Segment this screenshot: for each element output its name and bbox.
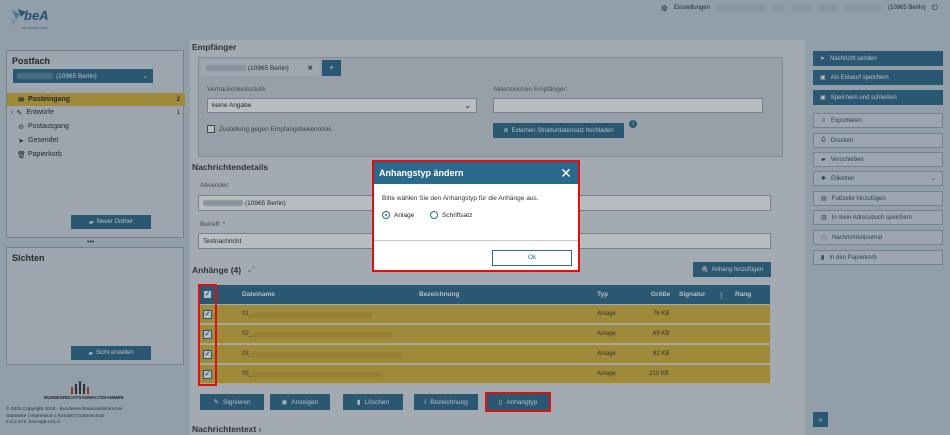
radio-button[interactable] — [430, 211, 438, 219]
radio-anlage-label: Anlage — [394, 211, 415, 219]
highlight-checkbox-column — [198, 284, 217, 386]
radio-schriftsatz[interactable]: Schriftsatz — [430, 211, 472, 219]
dialog-title: Anhangstyp ändern — [379, 168, 464, 178]
dialog-header: Anhangstyp ändern — [374, 162, 578, 184]
ok-button[interactable]: Ok — [492, 250, 572, 266]
close-icon[interactable]: ✕ — [558, 164, 574, 182]
highlight-attachment-type-button — [485, 392, 551, 412]
radio-button-selected[interactable] — [382, 211, 390, 219]
dialog-divider — [374, 240, 578, 241]
attachment-type-dialog: Anhangstyp ändern ✕ Bitte wählen Sie den… — [372, 160, 580, 272]
dialog-text: Bitte wählen Sie den Anhangstyp für die … — [382, 195, 539, 202]
radio-anlage[interactable]: Anlage — [382, 211, 414, 219]
radio-schriftsatz-label: Schriftsatz — [442, 211, 473, 219]
